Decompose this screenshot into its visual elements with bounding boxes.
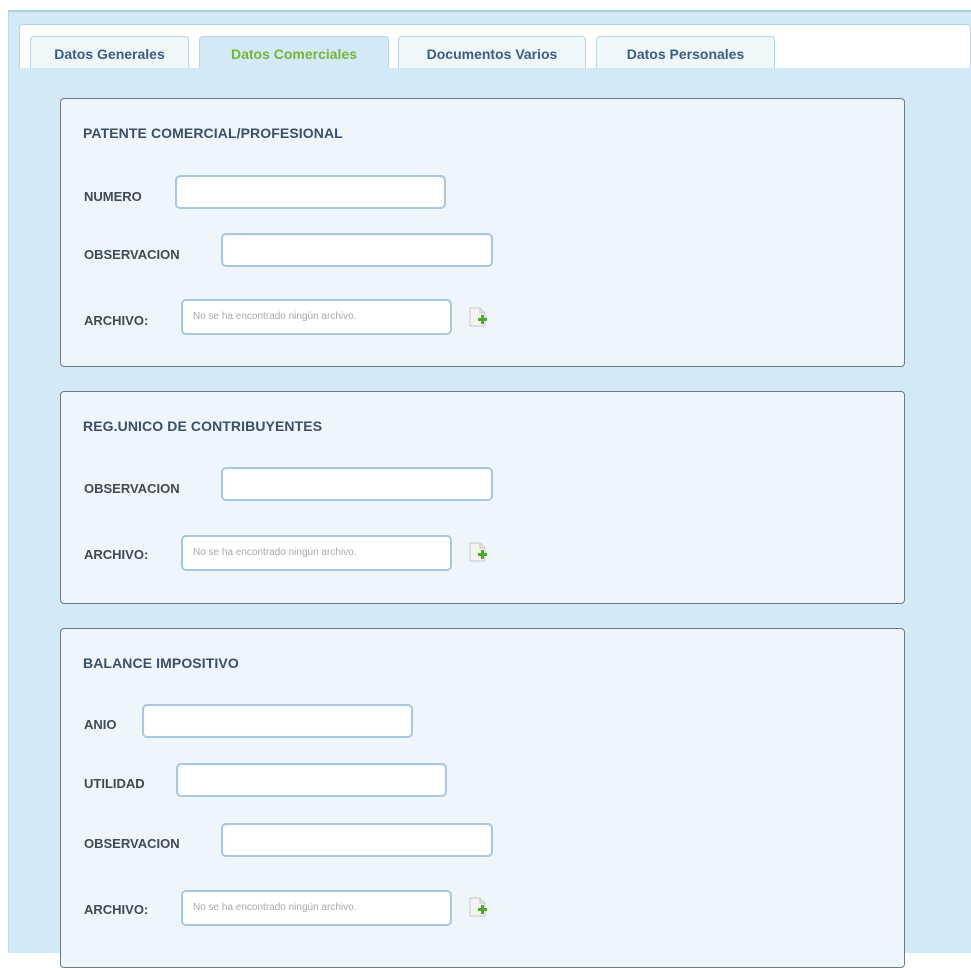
add-file-icon[interactable] [467,305,489,329]
balance-section: BALANCE IMPOSITIVO ANIO UTILIDAD OBSERVA… [60,628,905,968]
patente-section: PATENTE COMERCIAL/PROFESIONAL NUMERO OBS… [60,98,905,367]
observacion-label: OBSERVACION [84,836,180,851]
utilidad-input[interactable] [176,763,447,797]
patente-title: PATENTE COMERCIAL/PROFESIONAL [83,125,343,141]
observacion-label: OBSERVACION [84,247,180,262]
tab-datos-generales[interactable]: Datos Generales [30,36,189,72]
tab-documentos-varios[interactable]: Documentos Varios [398,36,586,72]
observacion-input[interactable] [221,823,493,857]
numero-label: NUMERO [84,189,142,204]
tab-content: PATENTE COMERCIAL/PROFESIONAL NUMERO OBS… [19,68,971,968]
anio-label: ANIO [84,717,117,732]
file-input[interactable]: No se ha encontrado ningún archivo. [181,535,452,571]
observacion-input[interactable] [221,233,493,267]
ruc-section: REG.UNICO DE CONTRIBUYENTES OBSERVACION … [60,391,905,604]
archivo-label: ARCHIVO: [84,313,149,328]
observacion-label: OBSERVACION [84,481,180,496]
form-container: Datos Generales Datos Comerciales Docume… [8,10,971,968]
archivo-label: ARCHIVO: [84,902,149,917]
add-file-icon[interactable] [467,540,489,564]
add-file-icon[interactable] [467,895,489,919]
numero-input[interactable] [175,175,446,209]
balance-title: BALANCE IMPOSITIVO [83,655,239,671]
archivo-label: ARCHIVO: [84,547,149,562]
tab-datos-personales[interactable]: Datos Personales [596,36,775,72]
tab-bar: Datos Generales Datos Comerciales Docume… [19,24,971,74]
file-input[interactable]: No se ha encontrado ningún archivo. [181,299,452,335]
utilidad-label: UTILIDAD [84,776,145,791]
ruc-title: REG.UNICO DE CONTRIBUYENTES [83,418,323,434]
observacion-input[interactable] [221,467,493,501]
anio-input[interactable] [142,704,413,738]
file-input[interactable]: No se ha encontrado ningún archivo. [181,890,452,926]
